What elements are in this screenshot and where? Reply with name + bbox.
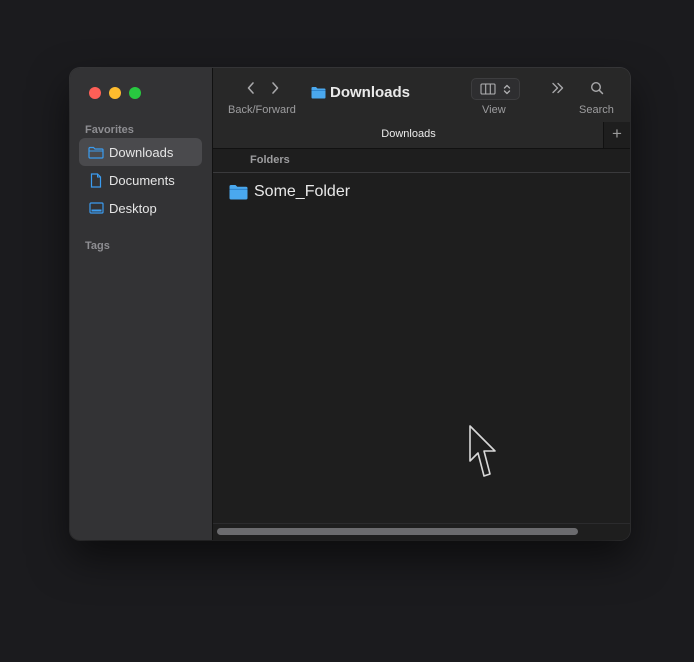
tags-label: Tags — [85, 240, 110, 252]
new-tab-button[interactable]: + — [603, 122, 630, 148]
sidebar-item-label: Downloads — [109, 144, 174, 160]
minimize-button[interactable] — [109, 87, 121, 99]
scrollbar-thumb[interactable] — [217, 528, 578, 535]
folder-icon — [311, 86, 326, 99]
back-forward-label: Back/Forward — [228, 104, 296, 116]
favorites-label: Favorites — [85, 124, 134, 136]
list-item[interactable]: Some_Folder — [229, 183, 350, 201]
back-button[interactable] — [240, 79, 262, 97]
sidebar: Favorites Downloads Documents Desktop Ta… — [70, 68, 213, 540]
folder-name: Some_Folder — [254, 183, 351, 200]
more-toolbar-button[interactable] — [547, 79, 569, 97]
sidebar-item-label: Documents — [109, 172, 175, 188]
forward-button[interactable] — [264, 79, 286, 97]
maximize-button[interactable] — [129, 87, 141, 99]
window-controls — [89, 87, 141, 99]
folder-icon — [88, 144, 104, 160]
search-button[interactable] — [586, 79, 608, 97]
columns-icon — [480, 83, 496, 95]
window-title: Downloads — [311, 84, 410, 101]
tab-downloads[interactable]: Downloads — [213, 122, 604, 148]
mouse-cursor-icon — [469, 425, 496, 477]
view-label: View — [482, 104, 506, 116]
chevron-left-icon — [246, 81, 256, 95]
section-header: Folders — [213, 149, 630, 173]
horizontal-scrollbar[interactable] — [213, 523, 630, 540]
file-list: Folders Some_Folder — [213, 149, 630, 540]
close-button[interactable] — [89, 87, 101, 99]
sidebar-item-documents[interactable]: Documents — [79, 166, 202, 194]
desktop-icon — [88, 200, 104, 216]
toolbar: Back/Forward Downloads View Search — [213, 68, 630, 126]
chevron-updown-icon — [503, 83, 511, 96]
sidebar-item-desktop[interactable]: Desktop — [79, 194, 202, 222]
search-label: Search — [579, 104, 614, 116]
folders-header: Folders — [250, 154, 290, 166]
double-chevron-right-icon — [551, 81, 565, 95]
chevron-right-icon — [270, 81, 280, 95]
view-selector-button[interactable] — [471, 78, 520, 100]
sidebar-item-label: Desktop — [109, 200, 157, 216]
document-icon — [88, 172, 104, 188]
tab-bar: Downloads + — [213, 122, 630, 149]
sidebar-item-downloads[interactable]: Downloads — [79, 138, 202, 166]
title-text: Downloads — [330, 84, 411, 101]
finder-window: Favorites Downloads Documents Desktop Ta… — [70, 68, 630, 540]
search-icon — [590, 81, 604, 95]
folder-icon — [229, 184, 248, 200]
